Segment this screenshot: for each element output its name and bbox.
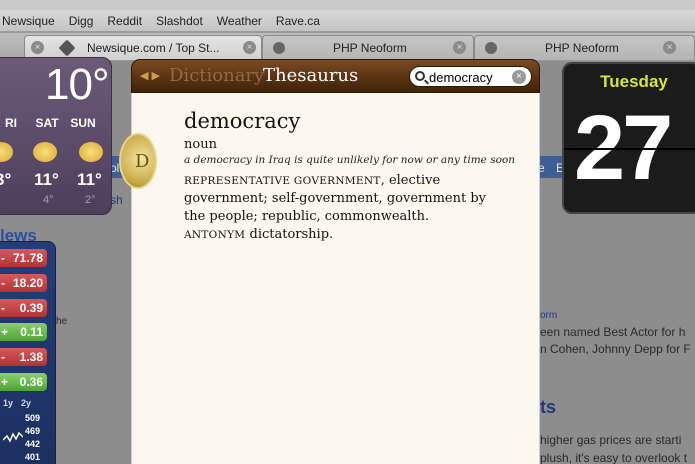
bookmark-weather[interactable]: Weather: [215, 14, 274, 28]
change-sign: +: [1, 375, 9, 389]
close-tab-icon[interactable]: ×: [663, 41, 676, 54]
bookmark-reddit[interactable]: Reddit: [105, 14, 154, 28]
background-heading: ts: [540, 397, 557, 417]
part-of-speech: noun: [184, 137, 217, 152]
close-tab-icon[interactable]: ×: [31, 41, 44, 54]
bookmark-newsique[interactable]: Newsique: [0, 14, 67, 28]
forecast-days: RI SAT SUN: [0, 116, 111, 130]
stock-change[interactable]: +0.11: [0, 323, 47, 341]
background-snippet: orm: [540, 310, 558, 321]
antonym-label: ANTONYM: [184, 229, 246, 241]
antonym-text[interactable]: dictatorship.: [250, 227, 334, 242]
calendar-day: Tuesday: [600, 72, 668, 91]
forecast-day: SAT: [35, 116, 59, 130]
chart-tick-label: 469: [25, 426, 41, 436]
stock-sparkline-icon: [3, 431, 23, 443]
tab-label: Newsique.com / Top St...: [87, 41, 220, 55]
tag-icon: [58, 39, 76, 57]
globe-icon: [485, 42, 497, 54]
dictionary-title-bar: ◀ ▶ Dictionary Thesaurus ×: [131, 59, 540, 93]
stock-change[interactable]: -1.38: [0, 348, 47, 366]
headword: democracy: [184, 109, 301, 133]
dictionary-widget: ◀ ▶ Dictionary Thesaurus × democracy nou…: [131, 59, 540, 464]
background-snippet: plush, it's easy to overlook t: [540, 451, 688, 464]
background-snippet: higher gas prices are starti: [540, 433, 682, 447]
change-sign: -: [1, 251, 5, 265]
tab-bar: × Newsique.com / Top St... × PHP Neoform…: [0, 33, 695, 60]
close-tab-icon[interactable]: ×: [453, 41, 466, 54]
change-sign: -: [1, 276, 5, 290]
stock-change[interactable]: -71.78: [0, 249, 47, 267]
forecast-day: RI: [5, 116, 17, 130]
chart-tick-label: 401: [25, 452, 41, 462]
dictionary-search-field[interactable]: ×: [409, 66, 532, 87]
back-forward-arrows-icon[interactable]: ◀ ▶: [140, 69, 160, 82]
change-sign: -: [1, 350, 5, 364]
tab-thesaurus[interactable]: Thesaurus: [263, 65, 358, 86]
globe-icon: [273, 42, 285, 54]
chart-tick-label: 442: [25, 439, 41, 449]
chart-tick-label: 509: [25, 413, 41, 423]
background-snippet: n Cohen, Johnny Depp for F: [540, 342, 691, 356]
range-button-2y[interactable]: 2y: [21, 398, 31, 408]
forecast-low: 2°: [85, 194, 96, 206]
sun-cloud-icon: [33, 142, 57, 162]
stock-change[interactable]: +0.36: [0, 373, 47, 391]
clear-search-icon[interactable]: ×: [512, 70, 526, 84]
bookmark-rave[interactable]: Rave.ca: [274, 14, 332, 28]
forecast-high: 11°: [77, 170, 102, 189]
current-temperature: 10°: [45, 60, 110, 109]
tab-label: PHP Neoform: [333, 41, 407, 55]
stock-change[interactable]: -0.39: [0, 299, 47, 317]
tab-php-neoform-1[interactable]: PHP Neoform ×: [262, 35, 474, 60]
calendar-fold-divider: [564, 148, 695, 150]
forecast-day: SUN: [70, 116, 96, 130]
change-sign: +: [1, 325, 9, 339]
stock-change[interactable]: -18.20: [0, 274, 47, 292]
dictionary-entry-panel: democracy noun a democracy in Iraq is qu…: [131, 93, 540, 464]
tab-label: PHP Neoform: [545, 41, 619, 55]
dictionary-badge-icon[interactable]: D: [119, 133, 157, 189]
change-value: 1.38: [19, 350, 43, 364]
bookmark-digg[interactable]: Digg: [67, 14, 106, 28]
range-button-1y[interactable]: 1y: [3, 398, 13, 408]
change-value: 0.11: [20, 325, 43, 339]
bookmarks-bar: Newsique Digg Reddit Slashdot Weather Ra…: [0, 10, 695, 32]
lead-term[interactable]: REPRESENTATIVE GOVERNMENT: [184, 175, 381, 187]
forecast-low: 4°: [43, 194, 54, 206]
forecast-high: 3°: [0, 170, 12, 189]
sun-icon: [0, 142, 13, 162]
stocks-widget[interactable]: -71.78 -18.20 -0.39 +0.11 -1.38 +0.36 1y…: [0, 241, 56, 464]
close-tab-icon[interactable]: ×: [243, 41, 256, 54]
search-icon: [415, 71, 425, 81]
change-value: 0.39: [19, 301, 43, 315]
change-value: 18.20: [12, 276, 43, 290]
weather-widget[interactable]: 10° RI SAT SUN 3° 11° 11° 4° 2°: [0, 57, 112, 215]
bookmark-slashdot[interactable]: Slashdot: [154, 14, 215, 28]
tab-dictionary[interactable]: Dictionary: [169, 65, 264, 86]
calendar-widget[interactable]: Tuesday 27: [562, 62, 695, 214]
sun-cloud-icon: [79, 142, 103, 162]
tab-php-neoform-2[interactable]: PHP Neoform ×: [474, 35, 695, 60]
change-value: 0.36: [19, 375, 43, 389]
background-snippet: een named Best Actor for h: [540, 325, 686, 339]
background-snippet: he: [56, 316, 68, 327]
change-value: 71.78: [12, 251, 43, 265]
change-sign: -: [1, 301, 5, 315]
search-input[interactable]: [429, 69, 515, 85]
synonym-list: REPRESENTATIVE GOVERNMENT, elective gove…: [184, 172, 494, 244]
badge-letter: D: [135, 151, 150, 172]
window-top-strip: [0, 0, 695, 10]
usage-example: a democracy in Iraq is quite unlikely fo…: [184, 154, 516, 166]
forecast-high: 11°: [34, 170, 59, 189]
